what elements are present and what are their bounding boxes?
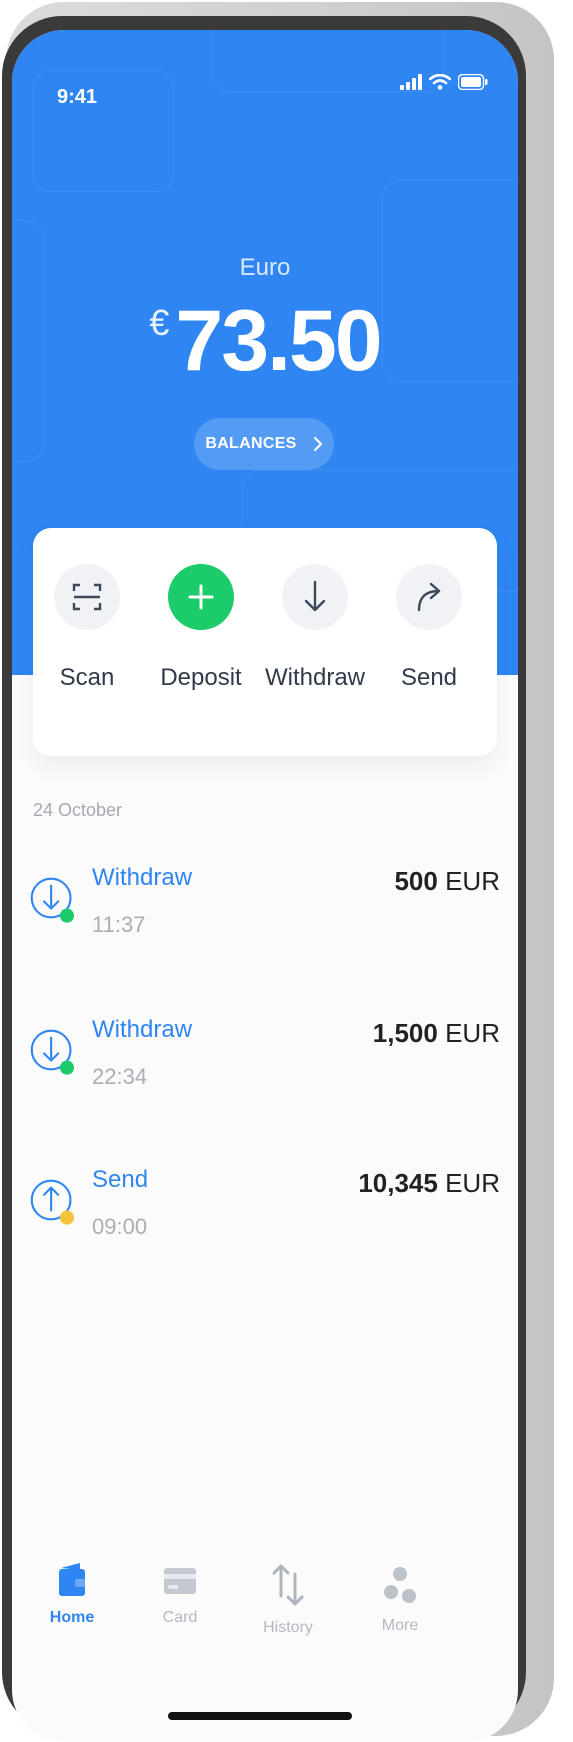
transaction-title: Send — [92, 1166, 149, 1193]
transaction-amount: 500 EUR — [394, 866, 500, 897]
transaction-time: 11:37 — [92, 912, 146, 937]
transaction-time: 09:00 — [92, 1214, 148, 1239]
device-bezel: 9:41 Euro €73.50 BALANCES Scan Deposit W… — [2, 16, 526, 1742]
amount-currency: EUR — [445, 1018, 500, 1048]
amount-value: 500 — [394, 866, 438, 896]
transaction-title: Withdraw — [92, 864, 193, 891]
scan-label: Scan — [59, 664, 115, 691]
deposit-button[interactable]: Deposit — [141, 564, 261, 692]
chevron-right-icon — [313, 436, 322, 452]
balances-button-label: BALANCES — [205, 435, 297, 452]
scan-icon — [54, 564, 120, 630]
tab-card[interactable]: Card — [130, 1562, 230, 1627]
amount-currency: EUR — [445, 866, 500, 896]
wifi-icon — [429, 74, 451, 90]
battery-icon — [458, 74, 488, 90]
arrow-down-circle-icon — [30, 877, 74, 923]
card-icon — [164, 1568, 196, 1594]
arrow-up-circle-icon — [30, 1179, 74, 1225]
amount-value: 1,500 — [372, 1018, 438, 1048]
tab-label: Home — [49, 1609, 95, 1626]
background-decoration — [32, 70, 174, 192]
currency-name: Euro — [239, 254, 291, 281]
transaction-title: Withdraw — [92, 1016, 193, 1043]
tab-label: History — [263, 1619, 313, 1636]
home-indicator[interactable] — [168, 1712, 352, 1720]
balances-button[interactable]: BALANCES — [194, 418, 334, 470]
send-label: Send — [400, 664, 458, 691]
balance-amount: €73.50 — [12, 292, 518, 391]
tab-home[interactable]: Home — [22, 1562, 122, 1627]
swap-arrows-icon — [272, 1564, 304, 1606]
balance-value: 73.50 — [175, 293, 382, 389]
transaction-row[interactable]: Send 09:00 10,345 EUR — [30, 1166, 500, 1276]
status-dot — [59, 908, 74, 923]
deposit-label: Deposit — [160, 664, 242, 691]
transaction-amount: 10,345 EUR — [358, 1168, 500, 1199]
dots-icon — [384, 1567, 416, 1603]
plus-icon — [168, 564, 234, 630]
transaction-amount: 1,500 EUR — [373, 1018, 500, 1049]
status-dot — [59, 1060, 74, 1075]
withdraw-label: Withdraw — [264, 664, 366, 691]
amount-value: 10,345 — [358, 1168, 438, 1198]
status-dot — [59, 1210, 74, 1225]
send-button[interactable]: Send — [369, 564, 489, 692]
amount-currency: EUR — [445, 1168, 500, 1198]
withdraw-button[interactable]: Withdraw — [255, 564, 375, 692]
quick-actions-card: Scan Deposit Withdraw Send — [33, 528, 497, 756]
phone-screen: 9:41 Euro €73.50 BALANCES Scan Deposit W… — [12, 30, 518, 1742]
status-time: 9:41 — [57, 86, 98, 108]
status-icons — [400, 74, 488, 90]
signal-icon — [400, 74, 422, 90]
scan-button[interactable]: Scan — [27, 564, 147, 692]
arrow-down-circle-icon — [30, 1029, 74, 1075]
transactions-date: 24 October — [33, 800, 123, 820]
tab-more[interactable]: More — [350, 1562, 450, 1635]
tab-label: Card — [162, 1609, 198, 1626]
arrow-down-icon — [282, 564, 348, 630]
transaction-row[interactable]: Withdraw 22:34 1,500 EUR — [30, 1016, 500, 1126]
currency-symbol: € — [149, 302, 170, 343]
transaction-time: 22:34 — [92, 1064, 148, 1089]
tab-history[interactable]: History — [238, 1562, 338, 1637]
wallet-icon — [59, 1563, 85, 1596]
share-arrow-icon — [396, 564, 462, 630]
bottom-tab-bar: Home Card History More — [12, 1562, 518, 1702]
tab-label: More — [381, 1617, 419, 1634]
transaction-row[interactable]: Withdraw 11:37 500 EUR — [30, 864, 500, 974]
